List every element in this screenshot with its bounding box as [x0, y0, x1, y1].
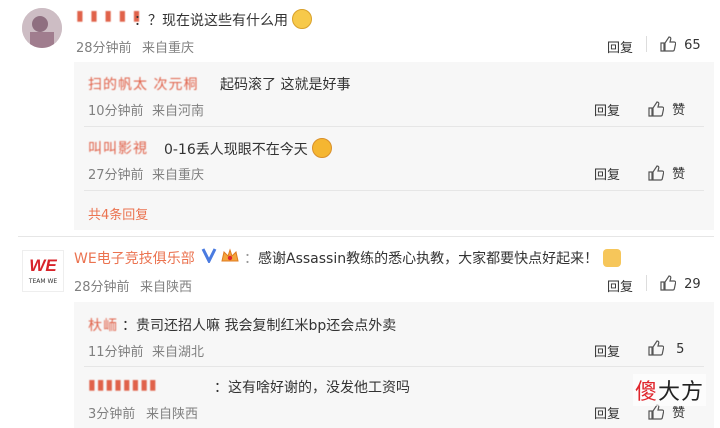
like-button[interactable]: 5: [648, 340, 684, 357]
divider: [84, 190, 704, 191]
thumbs-up-icon: [660, 275, 676, 291]
like-button[interactable]: 赞: [648, 163, 685, 182]
comment-text-body: ：？现在说这些有什么用: [134, 13, 288, 29]
flexed-bicep-emoji-icon: [602, 249, 621, 267]
comment-location: 来自重庆: [142, 41, 195, 56]
reply-text: ：这有啥好谢的，没发他工资吗: [214, 377, 410, 397]
reply-button[interactable]: 回复: [607, 37, 633, 56]
like-count: 29: [684, 277, 701, 292]
grin-emoji-icon: [292, 9, 313, 29]
reply-colon: ：: [214, 380, 228, 396]
reply-time: 11分钟前: [88, 345, 144, 360]
thumbs-up-icon: [648, 404, 664, 420]
watermark: 傻大方: [632, 374, 706, 406]
comment-time: 28分钟前: [76, 41, 132, 56]
like-button[interactable]: 赞: [648, 99, 685, 118]
divider: [18, 236, 714, 237]
separator: [646, 275, 647, 291]
comment-time: 28分钟前: [74, 280, 130, 295]
thumbs-up-icon: [660, 36, 676, 52]
divider: [84, 366, 704, 367]
reply-location: 来自陕西: [146, 407, 199, 422]
reply-text: ：贵司还招人嘛 我会复制红米bp还会点外卖: [122, 315, 396, 335]
divider: [84, 126, 704, 127]
thumbs-up-icon: [648, 101, 664, 117]
reply-text: 0-16丢人现眼不在今天: [164, 138, 333, 159]
comment-username[interactable]: ▮ ▮ ▮ ▮ ▮: [76, 8, 141, 24]
reply-location: 来自重庆: [152, 168, 205, 183]
reply-location: 来自湖北: [152, 345, 205, 360]
reply-button[interactable]: 回复: [594, 164, 620, 183]
reply-button[interactable]: 回复: [594, 341, 620, 360]
reply-text-body: 0-16丢人现眼不在今天: [164, 142, 308, 158]
reply-colon: ：: [122, 318, 136, 334]
reply-username[interactable]: 扫的帆太 次元桐: [88, 74, 198, 94]
comment-text: ：感谢Assassin教练的悉心执教，大家都要快点好起来！: [244, 248, 621, 268]
comment-text-body: ：: [244, 251, 258, 267]
reply-time: 27分钟前: [88, 168, 144, 183]
reply-username[interactable]: 杕峏: [88, 315, 118, 335]
club-logo[interactable]: WE TEAM WE: [22, 250, 64, 292]
like-button[interactable]: 29: [660, 275, 701, 292]
verified-badge-icon: [201, 247, 217, 267]
like-count: 65: [684, 38, 701, 53]
comment-location: 来自陕西: [140, 280, 193, 295]
reply-text-body: 这有啥好谢的，没发他工资吗: [228, 380, 410, 396]
heart-eyes-emoji-icon: [312, 138, 333, 158]
logo-text: WE: [29, 256, 57, 275]
reply-username[interactable]: 叫叫影視: [88, 138, 148, 158]
avatar[interactable]: [22, 8, 62, 48]
thumbs-up-icon: [648, 340, 664, 356]
like-label: 赞: [672, 103, 686, 118]
comment-text: ：？现在说这些有什么用: [134, 9, 313, 30]
more-replies-link[interactable]: 共4条回复: [88, 204, 148, 223]
logo-subtext: TEAM WE: [28, 278, 58, 285]
thumbs-up-icon: [648, 165, 664, 181]
reply-text-body: 贵司还招人嘛 我会复制红米bp还会点外卖: [136, 318, 397, 334]
comment-text-main: 感谢Assassin教练的悉心执教，大家都要快点好起来！: [258, 251, 599, 267]
reply-username[interactable]: ▮▮▮▮▮▮▮▮: [88, 377, 158, 393]
like-label: 赞: [672, 167, 686, 182]
reply-time: 10分钟前: [88, 104, 144, 119]
reply-location: 来自河南: [152, 104, 205, 119]
separator: [646, 36, 647, 52]
comment-username[interactable]: WE电子竞技俱乐部: [74, 248, 195, 268]
reply-time: 3分钟前: [88, 407, 136, 422]
like-count: 5: [676, 342, 685, 357]
reply-button[interactable]: 回复: [594, 100, 620, 119]
watermark-part1: 傻: [634, 380, 658, 405]
like-button[interactable]: 65: [660, 36, 701, 53]
reply-button[interactable]: 回复: [594, 403, 620, 422]
reply-text: 起码滚了 这就是好事: [220, 77, 351, 93]
vip-crown-icon: [221, 248, 239, 268]
reply-button[interactable]: 回复: [607, 276, 633, 295]
like-label: 赞: [672, 406, 686, 421]
watermark-part2: 大方: [657, 380, 704, 405]
